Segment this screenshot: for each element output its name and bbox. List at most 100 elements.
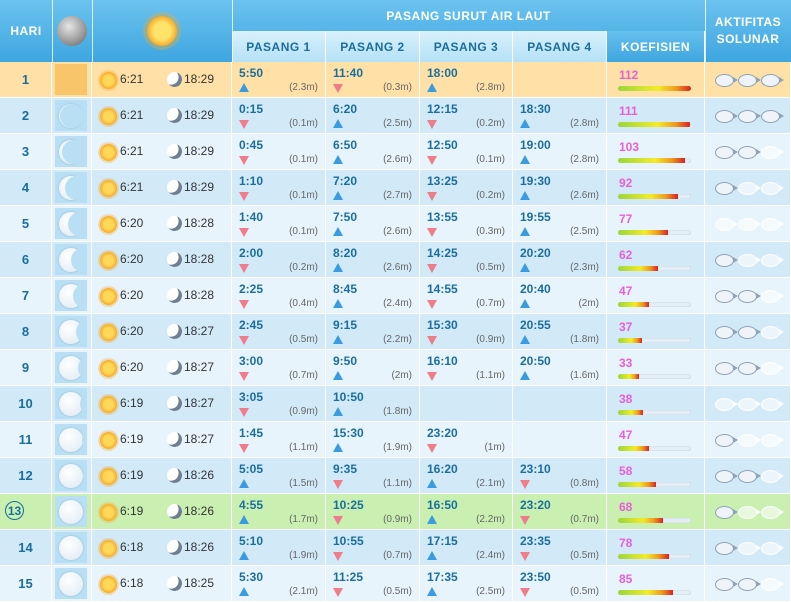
- moon-phase-cell: [52, 422, 92, 458]
- table-row[interactable]: 12 6:19 18:26 5:05 (1.5m) 9:35 (1.1m) 16:20 (2.1…: [0, 458, 791, 494]
- moon-phase-cell: [52, 98, 92, 134]
- tide-time: 16:10: [427, 354, 458, 368]
- coefficient-cell: 47: [607, 422, 705, 458]
- day-cell[interactable]: 15: [0, 566, 52, 602]
- rising-tide-icon: [239, 587, 249, 596]
- tide-time: 3:05: [239, 390, 264, 404]
- moon-phase-icon: [55, 244, 87, 275]
- moon-phase-cell: [52, 350, 92, 386]
- table-row[interactable]: 13 6:19 18:26 4:55 (1.7m) 10:25 (0.9m) 16:50 (2.…: [0, 494, 791, 530]
- sunrise-time: 6:20: [120, 216, 144, 230]
- fish-icon: [715, 398, 738, 411]
- tide-time: 14:25: [427, 246, 458, 260]
- fish-icon: [715, 434, 738, 447]
- coefficient-bar-fill: [618, 554, 670, 559]
- falling-tide-icon: [427, 264, 437, 273]
- table-row[interactable]: 9 6:20 18:27 3:00 (0.7m) 9:50 (2m) 16:10 (1.1m) 2…: [0, 350, 791, 386]
- falling-tide-icon: [427, 336, 437, 345]
- day-cell[interactable]: 14: [0, 530, 52, 566]
- fish-icon: [761, 470, 784, 483]
- coefficient-bar: [618, 518, 691, 523]
- day-cell[interactable]: 10: [0, 386, 52, 422]
- table-row[interactable]: 2 6:21 18:29 0:15 (0.1m) 6:20 (2.5m) 12:15 (0.2m…: [0, 98, 791, 134]
- coefficient-bar: [618, 590, 691, 595]
- coefficient-cell: 58: [607, 458, 705, 494]
- tide-table: HARI PASANG SURUT AIR LAUT AKTIFITAS SOL…: [0, 0, 791, 602]
- moon-phase-icon: [55, 532, 87, 563]
- day-cell[interactable]: 6: [0, 242, 52, 278]
- fish-icon: [761, 542, 784, 555]
- coefficient-bar-fill: [618, 86, 691, 91]
- day-cell[interactable]: 5: [0, 206, 52, 242]
- tide-cell-1: 1:45 (1.1m): [232, 422, 326, 458]
- fish-icon: [738, 110, 761, 123]
- sunrise-icon: [100, 504, 117, 521]
- tide-height: (0.2m): [476, 118, 505, 129]
- coefficient-bar-fill: [618, 518, 663, 523]
- tide-height: (1.7m): [289, 514, 318, 525]
- fish-icon: [738, 578, 761, 591]
- sunrise-time: 6:20: [120, 288, 144, 302]
- table-row[interactable]: 10 6:19 18:27 3:05 (0.9m) 10:50 (1.8m) 38: [0, 386, 791, 422]
- moon-icon: [57, 16, 87, 46]
- day-cell[interactable]: 1: [0, 62, 52, 98]
- table-row[interactable]: 1 6:21 18:29 5:50 (2.3m) 11:40 (0.3m) 18:00 (2.8…: [0, 62, 791, 98]
- day-cell[interactable]: 8: [0, 314, 52, 350]
- tide-cell-4: 19:00 (2.8m): [513, 134, 607, 170]
- tide-cell-2: 10:50 (1.8m): [326, 386, 420, 422]
- tide-height: (0.8m): [570, 478, 599, 489]
- coefficient-bar-fill: [618, 374, 640, 379]
- day-cell[interactable]: 13: [0, 494, 52, 530]
- table-row[interactable]: 3 6:21 18:29 0:45 (0.1m) 6:50 (2.6m) 12:50 (0.1m…: [0, 134, 791, 170]
- table-row[interactable]: 14 6:18 18:26 5:10 (1.9m) 10:55 (0.7m) 17:15 (2.…: [0, 530, 791, 566]
- tide-time: 1:45: [239, 426, 264, 440]
- sun-times-cell: 6:21 18:29: [92, 62, 232, 98]
- sun-times-cell: 6:20 18:28: [92, 242, 232, 278]
- hari-header: HARI: [10, 24, 42, 38]
- moonset-icon: [164, 69, 185, 90]
- falling-tide-icon: [333, 588, 343, 597]
- rising-tide-icon: [427, 515, 437, 524]
- tide-cell-2: 9:35 (1.1m): [326, 458, 420, 494]
- tide-time: 2:00: [239, 246, 264, 260]
- tide-cell-4: 23:35 (0.5m): [513, 530, 607, 566]
- tide-cell-2: 6:50 (2.6m): [326, 134, 420, 170]
- tide-height: (2.6m): [383, 154, 412, 165]
- coefficient-value: 37: [619, 320, 633, 334]
- sunset-time: 18:27: [184, 396, 215, 410]
- table-row[interactable]: 5 6:20 18:28 1:40 (0.1m) 7:50 (2.6m) 13:55 (0.3m…: [0, 206, 791, 242]
- tide-height: (0.1m): [289, 154, 318, 165]
- coefficient-bar: [618, 86, 691, 91]
- tide-height: (0.7m): [383, 550, 412, 561]
- table-row[interactable]: 8 6:20 18:27 2:45 (0.5m) 9:15 (2.2m) 15:30 (0.9m…: [0, 314, 791, 350]
- tide-time: 16:50: [427, 498, 458, 512]
- moonset-icon: [164, 357, 185, 378]
- day-cell[interactable]: 9: [0, 350, 52, 386]
- day-cell[interactable]: 2: [0, 98, 52, 134]
- coefficient-cell: 68: [607, 494, 705, 530]
- sunset-time: 18:28: [184, 252, 215, 266]
- tide-cell-4: 23:50 (0.5m): [513, 566, 607, 602]
- tide-time: 12:50: [427, 138, 458, 152]
- tide-cell-4: 19:30 (2.6m): [513, 170, 607, 206]
- table-row[interactable]: 7 6:20 18:28 2:25 (0.4m) 8:45 (2.4m) 14:55 (0.7m…: [0, 278, 791, 314]
- table-row[interactable]: 15 6:18 18:25 5:30 (2.1m) 11:25 (0.5m) 17:35 (2.…: [0, 566, 791, 602]
- day-cell[interactable]: 4: [0, 170, 52, 206]
- tide-cell-3: 12:50 (0.1m): [420, 134, 513, 170]
- falling-tide-icon: [239, 408, 249, 417]
- day-cell[interactable]: 11: [0, 422, 52, 458]
- day-cell[interactable]: 3: [0, 134, 52, 170]
- table-row[interactable]: 6 6:20 18:28 2:00 (0.2m) 8:20 (2.6m) 14:25 (0.5m…: [0, 242, 791, 278]
- day-cell[interactable]: 12: [0, 458, 52, 494]
- fish-icon: [715, 578, 738, 591]
- fish-icon: [761, 218, 784, 231]
- tide-time: 20:50: [520, 354, 551, 368]
- day-cell[interactable]: 7: [0, 278, 52, 314]
- tide-cell-1: 2:25 (0.4m): [232, 278, 326, 314]
- moonset-icon: [164, 501, 185, 522]
- sunrise-icon: [100, 576, 117, 593]
- coefficient-bar: [618, 158, 691, 163]
- tide-time: 20:40: [520, 282, 551, 296]
- table-row[interactable]: 11 6:19 18:27 1:45 (1.1m) 15:30 (1.9m) 23:20 (1m…: [0, 422, 791, 458]
- table-row[interactable]: 4 6:21 18:29 1:10 (0.1m) 7:20 (2.7m) 13:25 (0.2m…: [0, 170, 791, 206]
